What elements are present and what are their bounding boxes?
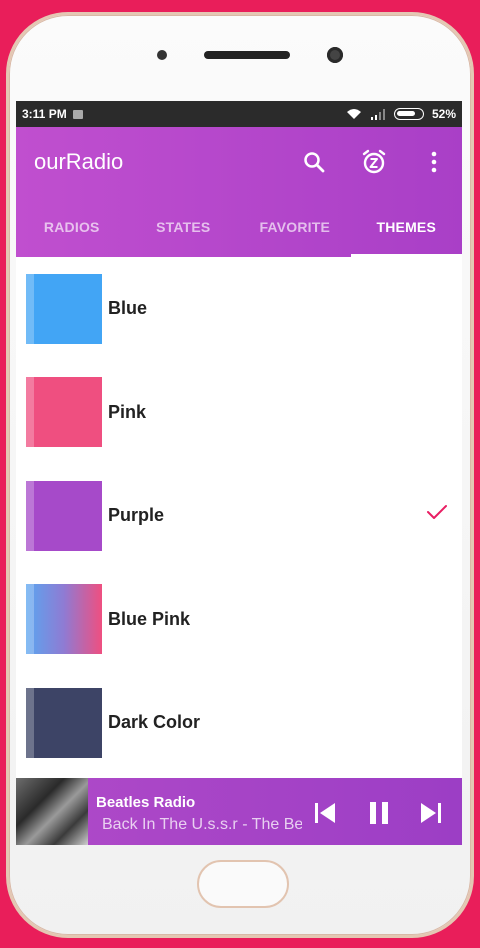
skip-previous-icon[interactable]: [310, 798, 340, 828]
more-vert-icon[interactable]: [419, 147, 449, 177]
search-icon[interactable]: [299, 147, 329, 177]
status-time: 3:11 PM: [22, 107, 67, 121]
theme-item-dark-color[interactable]: Dark Color: [16, 671, 462, 775]
dark-color-swatch: [26, 687, 102, 758]
mini-player[interactable]: Beatles Radio Back In The U.s.s.r - The …: [16, 778, 462, 845]
status-bar: 3:11 PM 52%: [16, 101, 462, 127]
theme-item-blue-pink[interactable]: Blue Pink: [16, 568, 462, 672]
player-subtitle: Back In The U.s.s.r - The Beatles: [102, 816, 302, 833]
app-bar: ourRadio RADIOS STATES FAVORITE THEMES: [16, 127, 462, 257]
purple-swatch: [26, 480, 102, 551]
skip-next-icon[interactable]: [416, 798, 446, 828]
theme-name: Pink: [108, 401, 147, 422]
front-camera: [327, 47, 343, 63]
player-title: Beatles Radio: [96, 794, 196, 811]
theme-list: Blue Pink Purple Blue Pink Dark Color: [16, 257, 462, 775]
tab-radios[interactable]: RADIOS: [16, 205, 128, 255]
earpiece-speaker: [204, 51, 290, 59]
wifi-icon: [346, 109, 361, 119]
theme-name: Purple: [108, 505, 165, 526]
pause-icon[interactable]: [364, 798, 394, 828]
theme-item-purple[interactable]: Purple: [16, 464, 462, 568]
check-icon: [427, 505, 447, 519]
proximity-sensor: [157, 50, 167, 60]
pink-swatch: [26, 377, 102, 448]
theme-name: Dark Color: [108, 712, 201, 733]
battery-icon: [393, 108, 424, 120]
theme-name: Blue: [108, 298, 148, 319]
album-art: [16, 778, 88, 845]
tab-themes[interactable]: THEMES: [350, 205, 463, 257]
theme-item-pink[interactable]: Pink: [16, 361, 462, 465]
battery-percent: 52%: [431, 107, 456, 121]
theme-item-blue[interactable]: Blue: [16, 257, 462, 361]
blue-swatch: [26, 273, 102, 344]
screen: 3:11 PM 52% ourRadio RADIOS STATES FAVOR…: [16, 101, 462, 845]
home-button[interactable]: [197, 860, 289, 908]
blue-pink-swatch: [26, 584, 102, 655]
tab-favorite[interactable]: FAVORITE: [239, 205, 351, 255]
sleep-timer-icon[interactable]: [359, 147, 389, 177]
image-notification-icon: [72, 109, 83, 119]
theme-name: Blue Pink: [108, 608, 191, 629]
signal-icon: [370, 109, 385, 120]
tab-states[interactable]: STATES: [128, 205, 240, 255]
app-title: ourRadio: [34, 149, 124, 174]
tab-bar: RADIOS STATES FAVORITE THEMES: [16, 205, 463, 257]
